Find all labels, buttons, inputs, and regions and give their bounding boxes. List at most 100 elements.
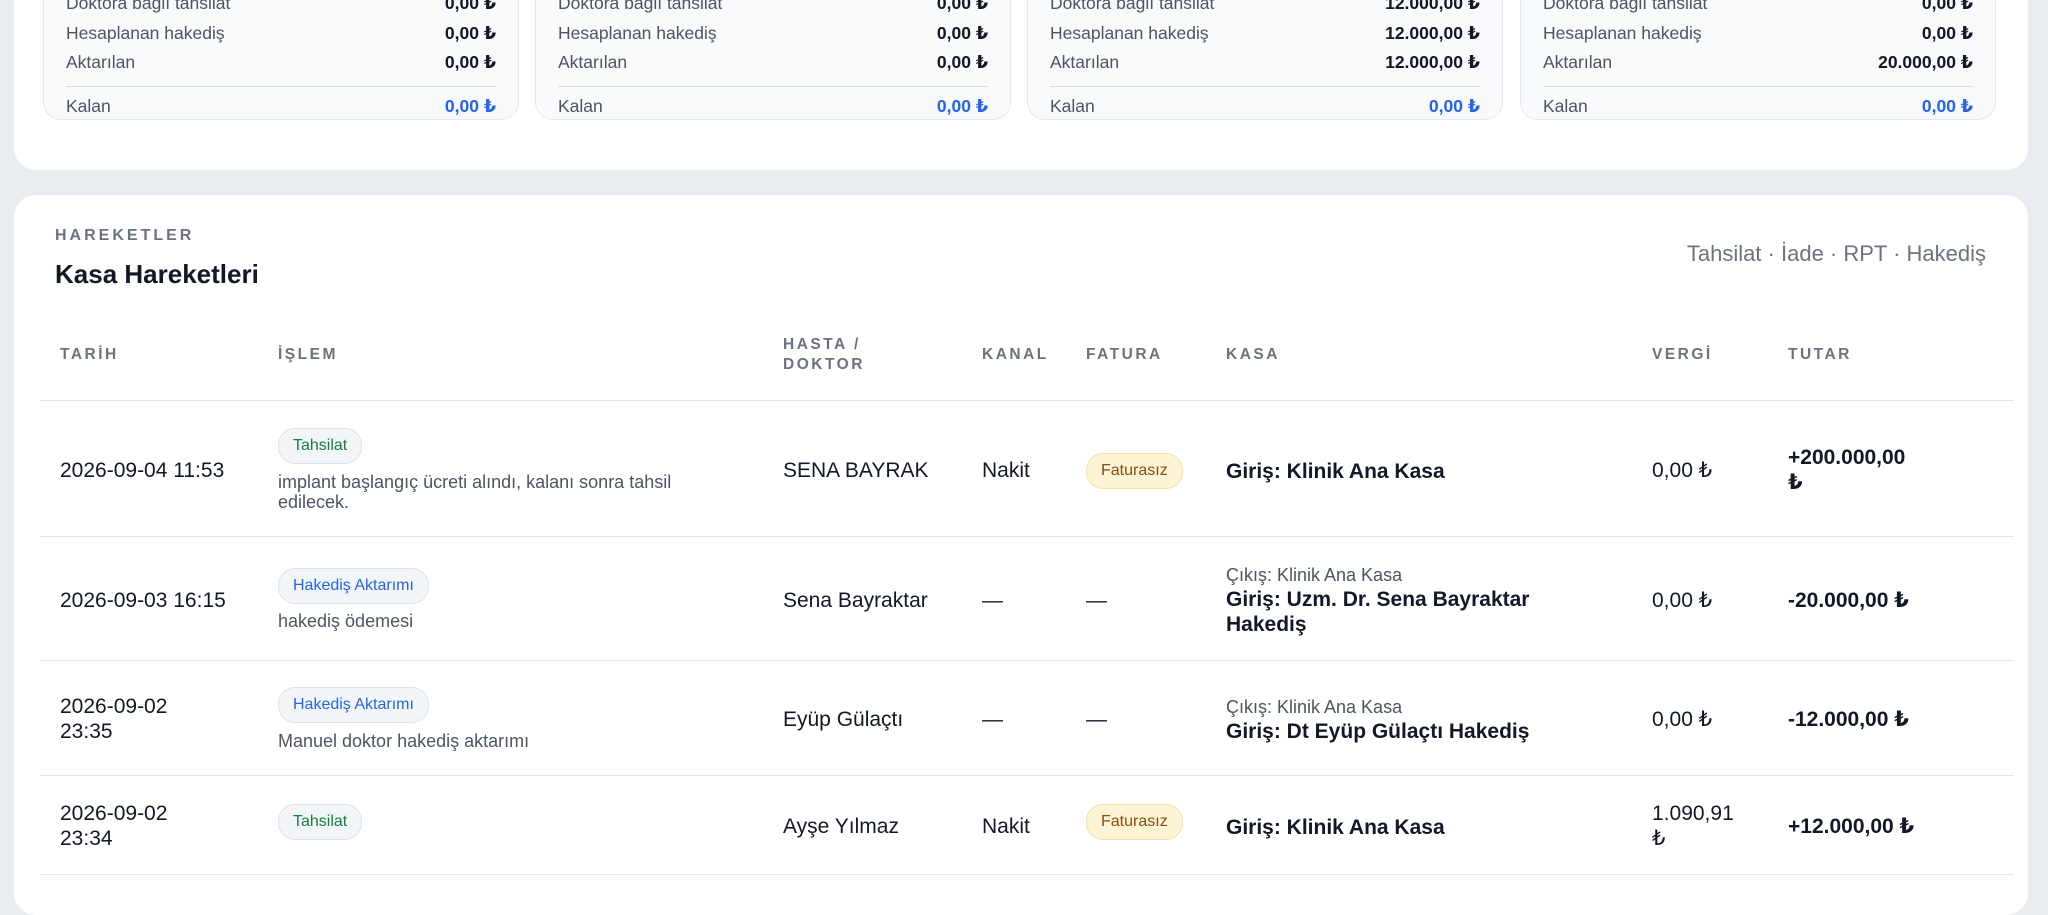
cashbox-out: Çıkış: Klinik Ana Kasa	[1226, 565, 1403, 585]
summary-row: Doktora bağlı tahsilat 0,00 ₺	[66, 0, 496, 14]
tax-cell: 0,00 ₺	[1652, 459, 1713, 482]
remaining-value: 0,00 ₺	[936, 96, 988, 116]
date-cell: 2026-09-04 11:53	[60, 459, 225, 482]
remaining-label: Kalan	[1543, 96, 1588, 116]
date-line: 2026-09-02	[60, 802, 168, 825]
table-divider	[40, 400, 2014, 401]
operation-badge: Hakediş Aktarımı	[278, 687, 429, 723]
summary-row: Hesaplanan hakediş 0,00 ₺	[1543, 23, 1973, 44]
column-header-patient-doctor[interactable]: HASTA / DOKTOR	[783, 335, 865, 375]
column-header-operation[interactable]: İŞLEM	[278, 345, 338, 365]
remaining-label: Kalan	[1050, 96, 1095, 116]
person-cell: SENA BAYRAK	[783, 459, 929, 482]
operation-badge: Tahsilat	[278, 804, 363, 840]
amount-cell: -20.000,00 ₺	[1788, 589, 1909, 612]
summary-value: 0,00 ₺	[936, 23, 988, 43]
channel-cell: —	[982, 589, 1003, 612]
summary-label: Doktora bağlı tahsilat	[558, 0, 723, 13]
column-header-channel[interactable]: KANAL	[982, 345, 1049, 365]
summary-label: Doktora bağlı tahsilat	[1543, 0, 1708, 13]
summary-remaining-row: Kalan 0,00 ₺	[66, 96, 496, 117]
invoice-cell: —	[1086, 708, 1107, 731]
column-header-date[interactable]: TARİH	[60, 345, 119, 365]
invoice-cell: —	[1086, 589, 1107, 612]
summary-label: Hesaplanan hakediş	[1543, 23, 1702, 43]
channel-cell: Nakit	[982, 815, 1030, 838]
doctor-summary-card: Doktora bağlı tahsilat 12.000,00 ₺ Hesapl…	[1027, 0, 1503, 120]
summary-label: Aktarılan	[66, 52, 136, 72]
summary-remaining-row: Kalan 0,00 ₺	[1050, 96, 1480, 117]
remaining-value: 0,00 ₺	[1921, 96, 1973, 116]
summary-label: Aktarılan	[1543, 52, 1613, 72]
table-divider	[40, 536, 2014, 537]
operation-badge: Hakediş Aktarımı	[278, 568, 429, 604]
date-cell: 2026-09-02 23:35	[60, 694, 167, 744]
remaining-value: 0,00 ₺	[444, 96, 496, 116]
summary-value: 0,00 ₺	[936, 52, 988, 72]
summary-label: Aktarılan	[1050, 52, 1120, 72]
date-line: 23:35	[60, 720, 113, 743]
summary-label: Aktarılan	[558, 52, 628, 72]
summary-row: Doktora bağlı tahsilat 0,00 ₺	[1543, 0, 1973, 14]
summary-value: 12.000,00 ₺	[1385, 52, 1480, 72]
summary-row: Aktarılan 0,00 ₺	[558, 52, 988, 73]
date-line: 2026-09-02	[60, 695, 168, 718]
cashbox-line: Hakediş	[1226, 613, 1307, 636]
operation-note: Manuel doktor hakediş aktarımı	[278, 731, 530, 751]
tax-cell: 0,00 ₺	[1652, 708, 1713, 731]
tax-cell: 0,00 ₺	[1652, 589, 1713, 612]
invoice-badge: Faturasız	[1086, 804, 1183, 840]
cashbox-in: Giriş: Klinik Ana Kasa	[1226, 816, 1445, 839]
date-cell: 2026-09-02 23:34	[60, 801, 167, 851]
column-header-line: HASTA /	[783, 336, 861, 353]
summary-row: Hesaplanan hakediş 12.000,00 ₺	[1050, 23, 1480, 44]
summary-row: Doktora bağlı tahsilat 0,00 ₺	[558, 0, 988, 14]
amount-line: ₺	[1788, 471, 1803, 494]
cashbox-in: Giriş: Uzm. Dr. Sena Bayraktar Hakediş	[1226, 587, 1529, 637]
summary-value: 0,00 ₺	[444, 23, 496, 43]
summary-value: 12.000,00 ₺	[1385, 23, 1480, 43]
doctor-summary-card: Doktora bağlı tahsilat 0,00 ₺ Hesaplanan …	[535, 0, 1011, 120]
summary-value: 0,00 ₺	[444, 0, 496, 13]
summary-remaining-row: Kalan 0,00 ₺	[558, 96, 988, 117]
summary-value: 0,00 ₺	[1921, 23, 1973, 43]
summary-row: Doktora bağlı tahsilat 12.000,00 ₺	[1050, 0, 1480, 14]
cashbox-in: Giriş: Dt Eyüp Gülaçtı Hakediş	[1226, 720, 1530, 743]
date-line: 23:34	[60, 827, 113, 850]
column-header-amount[interactable]: TUTAR	[1788, 345, 1852, 365]
summary-remaining-row: Kalan 0,00 ₺	[1543, 96, 1973, 117]
summary-label: Doktora bağlı tahsilat	[66, 0, 231, 13]
invoice-badge: Faturasız	[1086, 453, 1183, 489]
operation-note: implant başlangıç ücreti alındı, kalanı …	[278, 472, 671, 512]
summary-row: Aktarılan 0,00 ₺	[66, 52, 496, 73]
channel-cell: Nakit	[982, 459, 1030, 482]
summary-value: 0,00 ₺	[1921, 0, 1973, 13]
summary-row: Hesaplanan hakediş 0,00 ₺	[66, 23, 496, 44]
column-header-cashbox[interactable]: KASA	[1226, 345, 1280, 365]
divider	[66, 86, 496, 87]
summary-value: 12.000,00 ₺	[1385, 0, 1480, 13]
operation-note: hakediş ödemesi	[278, 611, 414, 631]
remaining-value: 0,00 ₺	[1428, 96, 1480, 116]
summary-label: Doktora bağlı tahsilat	[1050, 0, 1215, 13]
column-header-invoice[interactable]: FATURA	[1086, 345, 1163, 365]
summary-label: Hesaplanan hakediş	[66, 23, 225, 43]
cashbox-out: Çıkış: Klinik Ana Kasa	[1226, 697, 1403, 717]
remaining-label: Kalan	[558, 96, 603, 116]
remaining-label: Kalan	[66, 96, 111, 116]
divider	[558, 86, 988, 87]
person-cell: Ayşe Yılmaz	[783, 815, 899, 838]
cashbox-in: Giriş: Klinik Ana Kasa	[1226, 460, 1445, 483]
date-cell: 2026-09-03 16:15	[60, 589, 226, 612]
table-divider	[40, 775, 2014, 776]
amount-cell: +200.000,00 ₺	[1788, 445, 1905, 495]
tax-line: ₺	[1652, 827, 1666, 850]
column-header-tax[interactable]: VERGİ	[1652, 345, 1713, 365]
person-cell: Sena Bayraktar	[783, 589, 928, 612]
cashbox-line: Giriş: Uzm. Dr. Sena Bayraktar	[1226, 588, 1530, 611]
movement-type-filter[interactable]: Tahsilat · İade · RPT · Hakediş	[1687, 241, 1986, 267]
summary-row: Hesaplanan hakediş 0,00 ₺	[558, 23, 988, 44]
cash-movements-panel: HAREKETLER Kasa Hareketleri Tahsilat · İ…	[14, 195, 2028, 915]
doctor-summary-card: Doktora bağlı tahsilat 0,00 ₺ Hesaplanan …	[1520, 0, 1996, 120]
summary-value: 20.000,00 ₺	[1878, 52, 1973, 72]
